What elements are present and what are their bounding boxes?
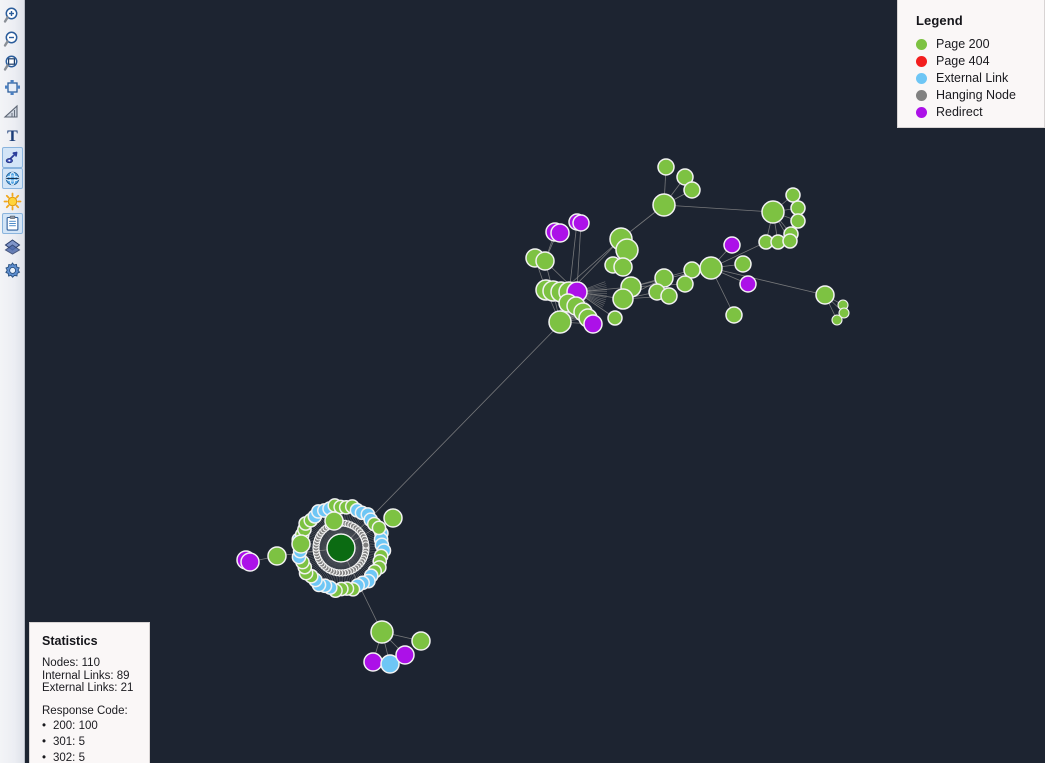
graph-node[interactable] [240, 552, 260, 572]
graph-node[interactable] [411, 631, 431, 651]
graph-node[interactable] [699, 256, 723, 280]
stat-external-links: External Links: 21 [42, 682, 134, 694]
graph-node[interactable] [548, 310, 572, 334]
graph-node[interactable] [734, 255, 752, 273]
stat-response-301-label: 301: 5 [53, 735, 85, 748]
stat-response-302-label: 302: 5 [53, 751, 85, 763]
graph-node[interactable] [612, 288, 634, 310]
graph-edge [710, 267, 826, 296]
legend-label-hanging-node: Hanging Node [936, 88, 1016, 102]
legend-title: Legend [916, 13, 963, 28]
graph-node[interactable] [831, 314, 843, 326]
graph-node[interactable] [383, 508, 403, 528]
graph-node[interactable] [785, 187, 801, 203]
graph-node[interactable] [725, 306, 743, 324]
graph-node[interactable] [676, 275, 694, 293]
legend-swatch-page-404 [916, 56, 927, 67]
graph-node[interactable] [395, 645, 415, 665]
legend-label-page-404: Page 404 [936, 54, 990, 68]
graph-node[interactable] [790, 213, 806, 229]
graph-edge [663, 204, 774, 213]
stat-response-200-label: 200: 100 [53, 719, 98, 732]
stat-response-302: • 302: 5 [42, 751, 85, 763]
statistics-panel: Statistics Nodes: 110 Internal Links: 89… [29, 622, 150, 763]
graph-node[interactable] [652, 193, 676, 217]
graph-canvas[interactable] [25, 0, 1045, 763]
legend-swatch-hanging-node [916, 90, 927, 101]
legend-panel: Legend Page 200 Page 404 External Link H… [897, 0, 1045, 128]
stat-internal-links: Internal Links: 89 [42, 669, 130, 682]
graph-nodes[interactable] [236, 158, 850, 674]
resize-frame-icon[interactable] [1, 75, 24, 99]
graph-node[interactable] [363, 652, 383, 672]
graph-node[interactable] [782, 233, 798, 249]
pointer-select-icon[interactable] [1, 147, 23, 168]
zoom-to-fit-icon[interactable] [1, 51, 24, 75]
legend-swatch-page-200 [916, 39, 927, 50]
legend-item-page-200: Page 200 [916, 36, 1044, 53]
graph-node[interactable] [723, 236, 741, 254]
legend-label-page-200: Page 200 [936, 37, 990, 51]
graph-node[interactable] [572, 214, 590, 232]
graph-node[interactable] [550, 223, 570, 243]
legend-item-hanging-node: Hanging Node [916, 87, 1044, 104]
graph-node[interactable] [657, 158, 675, 176]
site-visualiser-window: T Legend Page 200 Page 404 External Link… [0, 0, 1045, 763]
left-toolbar: T [0, 0, 25, 763]
scale-ruler-icon[interactable] [1, 99, 24, 123]
graph-node[interactable] [815, 285, 835, 305]
legend-item-redirect: Redirect [916, 104, 1044, 121]
legend-label-external-link: External Link [936, 71, 1009, 85]
graph-node[interactable] [370, 620, 394, 644]
globe-crawl-icon[interactable] [1, 168, 23, 189]
graph-node[interactable] [790, 200, 806, 216]
graph-node[interactable] [267, 546, 287, 566]
legend-item-external-link: External Link [916, 70, 1044, 87]
graph-node[interactable] [739, 275, 757, 293]
graph-node[interactable] [607, 310, 623, 326]
graph-node[interactable] [291, 534, 311, 554]
graph-node[interactable] [583, 314, 603, 334]
svg-text:T: T [7, 128, 18, 145]
legend-item-page-404: Page 404 [916, 53, 1044, 70]
settings-gear-icon[interactable] [1, 258, 24, 282]
graph-node[interactable] [362, 541, 370, 549]
statistics-title: Statistics [42, 634, 98, 648]
stat-response-200: • 200: 100 [42, 719, 98, 732]
stat-nodes: Nodes: 110 [42, 657, 100, 669]
graph-node[interactable] [613, 257, 633, 277]
zoom-out-icon[interactable] [1, 27, 24, 51]
stat-response-code-title: Response Code: [42, 704, 128, 717]
stat-spacer [42, 695, 149, 705]
graph-node[interactable] [615, 238, 639, 262]
layers-icon[interactable] [1, 234, 24, 258]
legend-swatch-redirect [916, 107, 927, 118]
graph-node[interactable] [535, 251, 555, 271]
graph-node[interactable] [761, 200, 785, 224]
graph-node[interactable] [683, 181, 701, 199]
legend-swatch-external-link [916, 73, 927, 84]
graph-node[interactable] [326, 533, 356, 563]
clipboard-report-icon[interactable] [1, 213, 23, 234]
site-graph[interactable] [25, 0, 1045, 763]
sun-highlight-icon[interactable] [1, 189, 24, 213]
stat-response-301: • 301: 5 [42, 735, 85, 748]
graph-node[interactable] [324, 511, 344, 531]
graph-node[interactable] [371, 520, 387, 536]
graph-node[interactable] [660, 287, 678, 305]
text-tool-icon[interactable]: T [1, 123, 24, 147]
legend-label-redirect: Redirect [936, 105, 983, 119]
zoom-in-icon[interactable] [1, 3, 24, 27]
